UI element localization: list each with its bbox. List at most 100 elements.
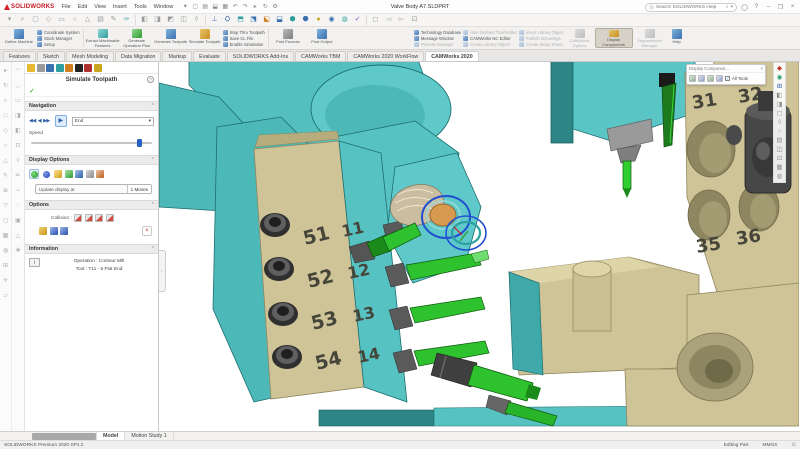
tab-camworks-2020[interactable]: CAMWorks 2020: [425, 51, 478, 61]
camworks-tool-icon[interactable]: ✓: [351, 14, 364, 26]
new-document-icon[interactable]: ▢: [191, 3, 200, 10]
motion-study-tab[interactable]: Motion Study 1: [125, 432, 173, 440]
step-thru-toolpath-button[interactable]: Step Thru Toolpath: [223, 30, 265, 35]
toolbar-icon[interactable]: ⌕: [4, 94, 7, 109]
tab-camworks-tbm[interactable]: CAMWorks TBM: [295, 51, 346, 61]
toolbar-icon[interactable]: ▭: [15, 94, 21, 109]
toolbar-icon[interactable]: ▽: [3, 199, 8, 214]
toolbar-icon[interactable]: ▢: [29, 14, 42, 26]
go-to-start-button[interactable]: ◀◀: [29, 118, 36, 124]
simulation-mode-icon[interactable]: [39, 227, 47, 235]
tab-data-migration[interactable]: Data Migration: [115, 51, 161, 61]
toolbar-icon[interactable]: ◊: [190, 14, 203, 26]
slider-handle[interactable]: [137, 139, 142, 147]
toolbar-icon[interactable]: ⊡: [408, 14, 421, 26]
show-machine-icon[interactable]: [689, 75, 696, 82]
print-icon[interactable]: ▦: [221, 3, 230, 10]
toolbar-icon[interactable]: ⊕: [3, 184, 8, 199]
lower-machine-dark[interactable]: [319, 410, 434, 426]
generate-operation-plan-button[interactable]: Generate Operation Plan: [120, 28, 154, 48]
ok-check-icon[interactable]: ✓: [29, 87, 35, 95]
camworks-tool-icon[interactable]: ◉: [325, 14, 338, 26]
generate-toolpath-button[interactable]: Generate Toolpath: [154, 28, 188, 48]
publish-edrawings-button[interactable]: Publish eDrawings: [519, 36, 564, 41]
toolbar-icon[interactable]: ◧: [138, 14, 151, 26]
toolbar-icon[interactable]: ◫: [177, 14, 190, 26]
spindle-post[interactable]: [551, 62, 573, 143]
toolbar-icon[interactable]: ▦: [776, 163, 782, 172]
toolbar-icon[interactable]: ◉: [777, 73, 783, 82]
toolbar-icon[interactable]: ○: [4, 139, 8, 154]
toolbar-icon[interactable]: ▸: [4, 64, 7, 79]
zoom-icon[interactable]: ⌕: [16, 14, 29, 26]
toolbar-icon[interactable]: ◧: [776, 91, 782, 100]
login-icon[interactable]: ◯: [740, 4, 749, 11]
rebuild-icon[interactable]: ↻: [261, 3, 270, 10]
display-manager-icon[interactable]: [65, 64, 73, 72]
message-window-button[interactable]: Message Window: [414, 36, 461, 41]
toolbar-icon[interactable]: △: [81, 14, 94, 26]
toolbar-icon[interactable]: ◫: [776, 145, 782, 154]
toolbar-icon[interactable]: ◇: [3, 124, 8, 139]
camworks-options-button[interactable]: CAMWorks Options: [565, 28, 595, 48]
insert-library-object-button[interactable]: Insert Library Object: [519, 30, 564, 35]
floating-close-icon[interactable]: ×: [760, 66, 763, 71]
display-components-toolbar[interactable]: Display Componen... × ✓ All Tools: [686, 64, 766, 85]
toolbar-icon[interactable]: ⊡: [777, 154, 782, 163]
camworks-tool-icon[interactable]: ⬓: [273, 14, 286, 26]
navigation-section-header[interactable]: Navigation ^: [25, 101, 158, 111]
undo-icon[interactable]: ↶: [231, 3, 240, 10]
options-gear-icon[interactable]: ⚙: [271, 3, 280, 10]
toolbar-icon[interactable]: ▻: [395, 14, 408, 26]
toolbar-icon[interactable]: ✎: [3, 169, 8, 184]
toolbar-icon[interactable]: ◆: [777, 64, 782, 73]
toolbar-icon[interactable]: ▤: [776, 136, 782, 145]
information-section-header[interactable]: Information ^: [25, 244, 158, 254]
tab-features[interactable]: Features: [3, 51, 36, 61]
toolbar-icon[interactable]: ▤: [94, 14, 107, 26]
toolbar-icon[interactable]: ○: [778, 127, 782, 136]
all-tools-checkbox[interactable]: ✓: [725, 76, 730, 81]
search-chevron-icon[interactable]: ▾: [730, 4, 733, 10]
toolbar-icon[interactable]: ◨: [15, 109, 21, 124]
help-button[interactable]: Help: [667, 28, 687, 48]
display-options-section-header[interactable]: Display Options ^: [25, 155, 158, 165]
menu-insert[interactable]: Insert: [110, 4, 131, 10]
segmentation-manager-button[interactable]: Segmentation Manager: [633, 28, 667, 48]
status-icon[interactable]: ⊙: [791, 442, 796, 448]
menu-edit[interactable]: Edit: [74, 4, 90, 10]
save-cl-file-button[interactable]: Save CL File: [223, 36, 265, 41]
menu-view[interactable]: View: [91, 4, 110, 10]
simulate-toolpath-button[interactable]: Simulate Toolpath: [188, 28, 222, 48]
search-input[interactable]: [656, 5, 724, 10]
toolbar-icon[interactable]: ◇: [42, 14, 55, 26]
collision-fixture-option-icon[interactable]: [95, 214, 103, 222]
turbo-mode-icon[interactable]: [50, 227, 58, 235]
dimxpert-icon[interactable]: [56, 64, 64, 72]
tab-mesh-modeling[interactable]: Mesh Modeling: [66, 51, 114, 61]
post-output-button[interactable]: Post Output: [305, 28, 339, 48]
toolbar-icon[interactable]: ◻: [369, 14, 382, 26]
toolbar-icon[interactable]: ◌: [16, 199, 20, 214]
stock-manager-button[interactable]: Stock Manager: [37, 36, 80, 41]
toolbar-icon[interactable]: ○: [68, 14, 81, 26]
select-icon[interactable]: ▸: [251, 3, 260, 10]
show-fixture-icon[interactable]: [75, 170, 83, 178]
process-manager-button[interactable]: Process Manager: [414, 42, 461, 47]
camworks-tool-icon[interactable]: ⛭: [221, 14, 234, 26]
graphics-viewport[interactable]: 51 52 53 54 11 12 13 14: [159, 62, 800, 431]
toolbar-icon[interactable]: ↻: [3, 79, 8, 94]
refresh-display-icon[interactable]: [96, 170, 104, 178]
coordinate-system-button[interactable]: Coordinate System: [37, 30, 80, 35]
toolbar-icon[interactable]: ◨: [151, 14, 164, 26]
toolbar-icon[interactable]: △: [16, 229, 21, 244]
toolbar-icon[interactable]: ⊡: [15, 139, 20, 154]
camworks-tools-tree-icon[interactable]: [94, 64, 102, 72]
post-process-button[interactable]: Post Process: [271, 28, 305, 48]
speed-slider[interactable]: [31, 139, 152, 147]
setup-button[interactable]: Setup: [37, 42, 80, 47]
toolbar-icon[interactable]: ◧: [15, 124, 21, 139]
tab-scroll-area[interactable]: [32, 433, 96, 440]
property-manager-icon[interactable]: [37, 64, 45, 72]
toolbar-icon[interactable]: ✛: [3, 274, 8, 289]
